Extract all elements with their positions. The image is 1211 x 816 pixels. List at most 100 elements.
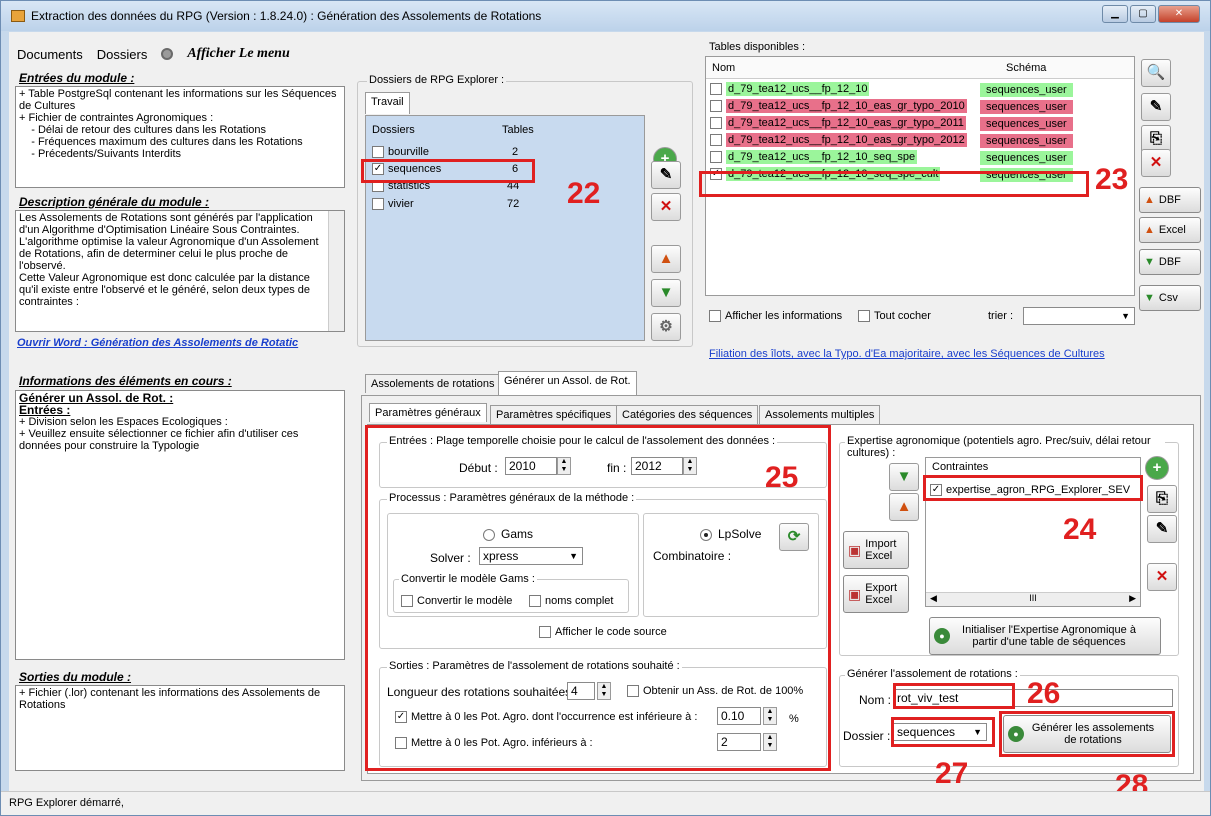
checkbox[interactable] xyxy=(710,117,722,130)
tab-param-generaux[interactable]: Paramètres généraux xyxy=(369,403,487,422)
col-tables[interactable]: Tables xyxy=(502,124,534,136)
delete-contrainte-icon[interactable]: ✕ xyxy=(1147,563,1177,591)
col-nom[interactable]: Nom xyxy=(712,62,735,74)
generer-group-title: Générer l'assolement de rotations : xyxy=(845,668,1020,680)
longueur-spinner[interactable]: ▲ ▼ xyxy=(597,682,611,700)
maximize-button[interactable]: ▢ xyxy=(1130,5,1156,23)
tab-categories[interactable]: Catégories des séquences xyxy=(616,405,759,424)
checkbox[interactable] xyxy=(372,180,384,193)
debut-spinner[interactable]: ▲ ▼ xyxy=(557,457,571,475)
checkbox[interactable] xyxy=(710,151,722,164)
generer-button[interactable]: ● Générer les assolements de rotations xyxy=(1003,715,1171,753)
checkbox[interactable]: ✓ xyxy=(710,168,722,181)
annotation-22: 22 xyxy=(567,177,601,210)
solver-select[interactable]: xpress ▼ xyxy=(479,547,583,565)
debut-input[interactable]: 2010 xyxy=(505,457,557,475)
upload-expertise-icon[interactable]: ▲ xyxy=(889,493,919,521)
checkbox[interactable] xyxy=(710,134,722,147)
list-item[interactable]: statistics 44 xyxy=(372,180,642,198)
zoom-icon[interactable]: 🔍 xyxy=(1141,59,1171,87)
table-row[interactable]: ✓ d_79_tea12_ucs__fp_12_10_seq_spe_cult se… xyxy=(710,167,1078,186)
menu-bar: Documents Dossiers Afficher Le menu xyxy=(17,45,290,63)
edit-contrainte-icon[interactable]: ✎ xyxy=(1147,515,1177,543)
col-dossiers[interactable]: Dossiers xyxy=(372,124,415,136)
list-item[interactable]: vivier 72 xyxy=(372,198,642,216)
longueur-label: Longueur des rotations souhaitées : xyxy=(387,685,578,699)
description-text: Les Assolements de Rotations sont généré… xyxy=(15,210,345,332)
debut-label: Début : xyxy=(459,461,498,475)
export-excel-button[interactable]: ▲ Excel xyxy=(1139,217,1201,243)
menu-afficher[interactable]: Afficher Le menu xyxy=(187,46,289,62)
gams-radio[interactable]: Gams xyxy=(483,527,533,541)
edit-table-icon[interactable]: ✎ xyxy=(1141,93,1171,121)
horizontal-scrollbar[interactable]: ◀ III ▶ xyxy=(926,592,1140,606)
fin-input[interactable]: 2012 xyxy=(631,457,683,475)
checkbox[interactable] xyxy=(710,83,722,96)
download-icon[interactable]: ▼ xyxy=(651,279,681,307)
list-item[interactable]: ✓ expertise_agron_RPG_Explorer_SEV xyxy=(930,484,1130,497)
entrees-group-title: Entrées : Plage temporelle choisie pour … xyxy=(387,435,778,447)
close-button[interactable]: ✕ xyxy=(1158,5,1200,23)
checkbox[interactable] xyxy=(372,198,384,211)
checkbox[interactable] xyxy=(372,146,384,159)
trier-select[interactable]: ▼ xyxy=(1023,307,1135,325)
tout-cocher-checkbox[interactable]: Tout cocher xyxy=(858,310,931,323)
import-csv-button[interactable]: ▼ Csv xyxy=(1139,285,1201,311)
edit-icon[interactable]: ✎ xyxy=(651,161,681,189)
description-scrollbar[interactable] xyxy=(328,211,344,331)
menu-dossiers[interactable]: Dossiers xyxy=(97,47,148,62)
download-expertise-icon[interactable]: ▼ xyxy=(889,463,919,491)
delete-icon[interactable]: ✕ xyxy=(651,193,681,221)
afficher-code-checkbox[interactable]: Afficher le code source xyxy=(539,626,667,639)
col-schema[interactable]: Schéma xyxy=(1006,62,1046,74)
lpsolve-radio[interactable]: LpSolve xyxy=(700,527,761,541)
solver-label: Solver : xyxy=(430,551,471,565)
afficher-info-checkbox[interactable]: Afficher les informations xyxy=(709,310,842,323)
add-contrainte-icon[interactable]: + xyxy=(1145,456,1169,480)
refresh-icon[interactable]: ⟳ xyxy=(779,523,809,551)
mettre2-checkbox[interactable]: Mettre à 0 les Pot. Agro. inférieurs à : xyxy=(395,737,593,750)
obtenir-checkbox[interactable]: Obtenir un Ass. de Rot. de 100% xyxy=(627,685,803,698)
dossier-select[interactable]: sequences ▼ xyxy=(893,723,987,741)
dossier-label: Dossier : xyxy=(843,729,891,743)
word-link[interactable]: Ouvrir Word : Génération des Assolements… xyxy=(17,337,298,349)
checkbox[interactable]: ✓ xyxy=(372,163,384,176)
contraintes-header[interactable]: Contraintes xyxy=(932,461,988,473)
mettre2-spinner[interactable]: ▲ ▼ xyxy=(763,733,777,751)
export-dbf-button[interactable]: ▲ DBF xyxy=(1139,187,1201,213)
table-name: d_79_tea12_ucs__fp_12_10_seq_spe_cult xyxy=(726,167,941,181)
delete-table-icon[interactable]: ✕ xyxy=(1141,149,1171,177)
fin-spinner[interactable]: ▲ ▼ xyxy=(683,457,697,475)
mettre2-input[interactable]: 2 xyxy=(717,733,761,751)
tab-assolements-multiples[interactable]: Assolements multiples xyxy=(759,405,881,424)
tab-param-specifiques[interactable]: Paramètres spécifiques xyxy=(490,405,617,424)
tools-icon[interactable]: ⚙ xyxy=(651,313,681,341)
convertir-checkbox[interactable]: Convertir le modèle xyxy=(401,595,512,608)
minimize-button[interactable]: ▁ xyxy=(1102,5,1128,23)
mettre1-checkbox[interactable]: ✓ Mettre à 0 les Pot. Agro. dont l'occurr… xyxy=(395,711,697,724)
longueur-input[interactable]: 4 xyxy=(567,682,595,700)
import-dbf-button[interactable]: ▼ DBF xyxy=(1139,249,1201,275)
tab-travail[interactable]: Travail xyxy=(365,92,410,114)
mettre1-spinner[interactable]: ▲ ▼ xyxy=(763,707,777,725)
nom-label: Nom : xyxy=(859,693,892,707)
filiation-link[interactable]: Filiation des îlots, avec la Typo. d'Ea … xyxy=(709,348,1105,360)
export-excel-button[interactable]: ▣ Export Excel xyxy=(843,575,909,613)
upload-icon[interactable]: ▲ xyxy=(651,245,681,273)
tab-generer[interactable]: Générer un Assol. de Rot. xyxy=(498,371,637,395)
checkbox[interactable] xyxy=(710,100,722,113)
tables-list: Nom Schéma d_79_tea12_ucs__fp_12_10 seque… xyxy=(705,56,1135,296)
init-expertise-button[interactable]: ● Initialiser l'Expertise Agronomique à p… xyxy=(929,617,1161,655)
gear-icon[interactable] xyxy=(161,48,174,60)
dossiers-list: Dossiers Tables bourville 2 ✓ sequences 6… xyxy=(365,115,645,341)
import-excel-button[interactable]: ▣ Import Excel xyxy=(843,531,909,569)
noms-complet-checkbox[interactable]: noms complet xyxy=(529,595,613,608)
tab-assolements[interactable]: Assolements de rotations xyxy=(365,374,501,393)
copy-contrainte-icon[interactable]: ⎘ xyxy=(1147,485,1177,513)
mettre1-input[interactable]: 0.10 xyxy=(717,707,761,725)
entrees-title: Entrées du module : xyxy=(19,71,135,85)
entrees-group xyxy=(379,442,827,488)
list-item[interactable]: ✓ sequences 6 xyxy=(372,163,642,181)
list-item[interactable]: bourville 2 xyxy=(372,146,642,164)
menu-documents[interactable]: Documents xyxy=(17,47,83,62)
